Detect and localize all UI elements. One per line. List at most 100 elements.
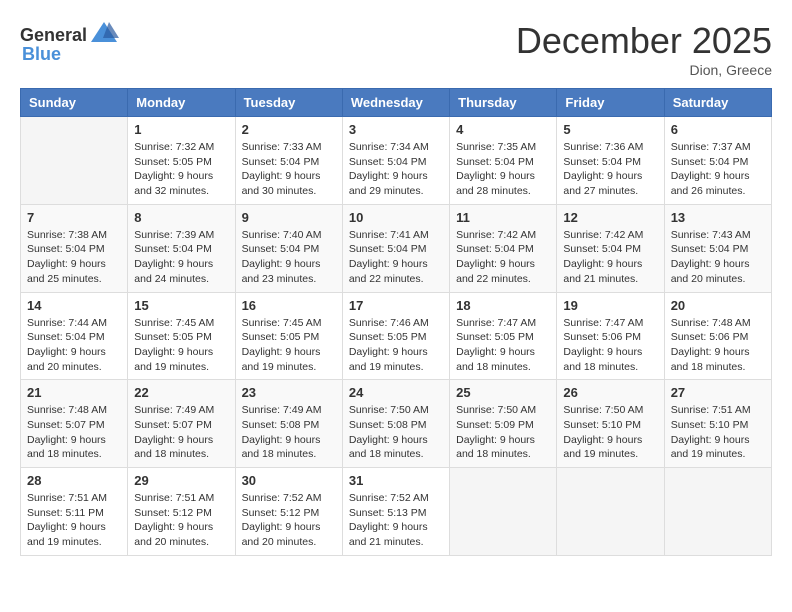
day-info: Sunrise: 7:41 AM Sunset: 5:04 PM Dayligh… [349, 228, 443, 287]
day-number: 30 [242, 473, 336, 488]
calendar-week-row: 1 Sunrise: 7:32 AM Sunset: 5:05 PM Dayli… [21, 117, 772, 205]
weekday-header: Sunday [21, 89, 128, 117]
day-info: Sunrise: 7:36 AM Sunset: 5:04 PM Dayligh… [563, 140, 657, 199]
weekday-header: Tuesday [235, 89, 342, 117]
calendar-cell: 10 Sunrise: 7:41 AM Sunset: 5:04 PM Dayl… [342, 204, 449, 292]
day-number: 17 [349, 298, 443, 313]
calendar-cell [557, 468, 664, 556]
day-info: Sunrise: 7:48 AM Sunset: 5:07 PM Dayligh… [27, 403, 121, 462]
calendar-cell: 18 Sunrise: 7:47 AM Sunset: 5:05 PM Dayl… [450, 292, 557, 380]
calendar-cell: 13 Sunrise: 7:43 AM Sunset: 5:04 PM Dayl… [664, 204, 771, 292]
day-number: 21 [27, 385, 121, 400]
calendar-cell: 19 Sunrise: 7:47 AM Sunset: 5:06 PM Dayl… [557, 292, 664, 380]
day-info: Sunrise: 7:52 AM Sunset: 5:13 PM Dayligh… [349, 491, 443, 550]
calendar-cell [450, 468, 557, 556]
calendar-week-row: 28 Sunrise: 7:51 AM Sunset: 5:11 PM Dayl… [21, 468, 772, 556]
month-title: December 2025 [516, 20, 772, 62]
calendar-cell: 20 Sunrise: 7:48 AM Sunset: 5:06 PM Dayl… [664, 292, 771, 380]
day-info: Sunrise: 7:49 AM Sunset: 5:08 PM Dayligh… [242, 403, 336, 462]
day-number: 18 [456, 298, 550, 313]
day-info: Sunrise: 7:46 AM Sunset: 5:05 PM Dayligh… [349, 316, 443, 375]
day-number: 8 [134, 210, 228, 225]
calendar-cell: 24 Sunrise: 7:50 AM Sunset: 5:08 PM Dayl… [342, 380, 449, 468]
day-number: 31 [349, 473, 443, 488]
calendar-cell: 21 Sunrise: 7:48 AM Sunset: 5:07 PM Dayl… [21, 380, 128, 468]
day-number: 11 [456, 210, 550, 225]
day-info: Sunrise: 7:52 AM Sunset: 5:12 PM Dayligh… [242, 491, 336, 550]
calendar-cell: 23 Sunrise: 7:49 AM Sunset: 5:08 PM Dayl… [235, 380, 342, 468]
day-number: 22 [134, 385, 228, 400]
weekday-header: Monday [128, 89, 235, 117]
calendar-cell: 17 Sunrise: 7:46 AM Sunset: 5:05 PM Dayl… [342, 292, 449, 380]
calendar-cell: 2 Sunrise: 7:33 AM Sunset: 5:04 PM Dayli… [235, 117, 342, 205]
day-info: Sunrise: 7:45 AM Sunset: 5:05 PM Dayligh… [134, 316, 228, 375]
calendar-cell: 6 Sunrise: 7:37 AM Sunset: 5:04 PM Dayli… [664, 117, 771, 205]
weekday-header: Saturday [664, 89, 771, 117]
calendar-cell: 3 Sunrise: 7:34 AM Sunset: 5:04 PM Dayli… [342, 117, 449, 205]
day-info: Sunrise: 7:42 AM Sunset: 5:04 PM Dayligh… [563, 228, 657, 287]
day-number: 29 [134, 473, 228, 488]
day-info: Sunrise: 7:47 AM Sunset: 5:05 PM Dayligh… [456, 316, 550, 375]
day-number: 24 [349, 385, 443, 400]
day-number: 23 [242, 385, 336, 400]
day-number: 16 [242, 298, 336, 313]
weekday-header: Thursday [450, 89, 557, 117]
day-info: Sunrise: 7:35 AM Sunset: 5:04 PM Dayligh… [456, 140, 550, 199]
day-info: Sunrise: 7:51 AM Sunset: 5:11 PM Dayligh… [27, 491, 121, 550]
page-header: General Blue December 2025 Dion, Greece [20, 20, 772, 78]
calendar-cell: 22 Sunrise: 7:49 AM Sunset: 5:07 PM Dayl… [128, 380, 235, 468]
day-number: 4 [456, 122, 550, 137]
calendar-week-row: 7 Sunrise: 7:38 AM Sunset: 5:04 PM Dayli… [21, 204, 772, 292]
calendar-cell: 8 Sunrise: 7:39 AM Sunset: 5:04 PM Dayli… [128, 204, 235, 292]
calendar-cell: 30 Sunrise: 7:52 AM Sunset: 5:12 PM Dayl… [235, 468, 342, 556]
calendar-cell: 5 Sunrise: 7:36 AM Sunset: 5:04 PM Dayli… [557, 117, 664, 205]
day-info: Sunrise: 7:45 AM Sunset: 5:05 PM Dayligh… [242, 316, 336, 375]
weekday-header-row: SundayMondayTuesdayWednesdayThursdayFrid… [21, 89, 772, 117]
day-number: 6 [671, 122, 765, 137]
day-info: Sunrise: 7:34 AM Sunset: 5:04 PM Dayligh… [349, 140, 443, 199]
day-info: Sunrise: 7:49 AM Sunset: 5:07 PM Dayligh… [134, 403, 228, 462]
day-info: Sunrise: 7:50 AM Sunset: 5:09 PM Dayligh… [456, 403, 550, 462]
day-number: 28 [27, 473, 121, 488]
day-info: Sunrise: 7:33 AM Sunset: 5:04 PM Dayligh… [242, 140, 336, 199]
day-info: Sunrise: 7:44 AM Sunset: 5:04 PM Dayligh… [27, 316, 121, 375]
calendar-cell: 7 Sunrise: 7:38 AM Sunset: 5:04 PM Dayli… [21, 204, 128, 292]
title-section: December 2025 Dion, Greece [516, 20, 772, 78]
day-number: 25 [456, 385, 550, 400]
calendar-cell [664, 468, 771, 556]
day-info: Sunrise: 7:48 AM Sunset: 5:06 PM Dayligh… [671, 316, 765, 375]
calendar-cell: 9 Sunrise: 7:40 AM Sunset: 5:04 PM Dayli… [235, 204, 342, 292]
day-number: 20 [671, 298, 765, 313]
weekday-header: Friday [557, 89, 664, 117]
day-number: 19 [563, 298, 657, 313]
calendar-cell: 26 Sunrise: 7:50 AM Sunset: 5:10 PM Dayl… [557, 380, 664, 468]
calendar-cell: 14 Sunrise: 7:44 AM Sunset: 5:04 PM Dayl… [21, 292, 128, 380]
day-info: Sunrise: 7:39 AM Sunset: 5:04 PM Dayligh… [134, 228, 228, 287]
calendar-week-row: 21 Sunrise: 7:48 AM Sunset: 5:07 PM Dayl… [21, 380, 772, 468]
day-number: 5 [563, 122, 657, 137]
logo-icon [89, 20, 119, 50]
calendar-cell: 31 Sunrise: 7:52 AM Sunset: 5:13 PM Dayl… [342, 468, 449, 556]
day-number: 10 [349, 210, 443, 225]
calendar-cell: 25 Sunrise: 7:50 AM Sunset: 5:09 PM Dayl… [450, 380, 557, 468]
calendar-cell: 4 Sunrise: 7:35 AM Sunset: 5:04 PM Dayli… [450, 117, 557, 205]
calendar-cell: 16 Sunrise: 7:45 AM Sunset: 5:05 PM Dayl… [235, 292, 342, 380]
day-number: 12 [563, 210, 657, 225]
day-info: Sunrise: 7:37 AM Sunset: 5:04 PM Dayligh… [671, 140, 765, 199]
day-info: Sunrise: 7:42 AM Sunset: 5:04 PM Dayligh… [456, 228, 550, 287]
day-info: Sunrise: 7:47 AM Sunset: 5:06 PM Dayligh… [563, 316, 657, 375]
location: Dion, Greece [516, 62, 772, 78]
day-info: Sunrise: 7:50 AM Sunset: 5:10 PM Dayligh… [563, 403, 657, 462]
day-number: 15 [134, 298, 228, 313]
calendar-cell: 15 Sunrise: 7:45 AM Sunset: 5:05 PM Dayl… [128, 292, 235, 380]
logo: General Blue [20, 20, 117, 65]
logo-blue: Blue [22, 44, 61, 65]
calendar-cell: 11 Sunrise: 7:42 AM Sunset: 5:04 PM Dayl… [450, 204, 557, 292]
day-number: 26 [563, 385, 657, 400]
calendar-cell: 29 Sunrise: 7:51 AM Sunset: 5:12 PM Dayl… [128, 468, 235, 556]
day-info: Sunrise: 7:40 AM Sunset: 5:04 PM Dayligh… [242, 228, 336, 287]
calendar-cell: 12 Sunrise: 7:42 AM Sunset: 5:04 PM Dayl… [557, 204, 664, 292]
calendar-cell: 1 Sunrise: 7:32 AM Sunset: 5:05 PM Dayli… [128, 117, 235, 205]
day-info: Sunrise: 7:32 AM Sunset: 5:05 PM Dayligh… [134, 140, 228, 199]
logo-general: General [20, 25, 87, 46]
